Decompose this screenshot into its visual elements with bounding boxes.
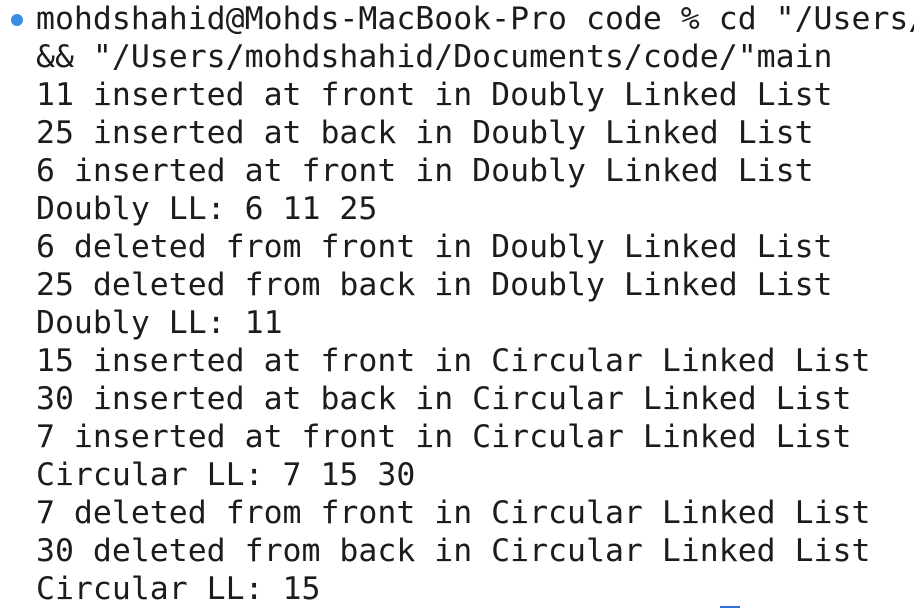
terminal-cursor bbox=[720, 606, 740, 608]
output-line: Circular LL: 7 15 30 bbox=[36, 457, 416, 493]
output-line: 11 inserted at front in Doubly Linked Li… bbox=[36, 77, 833, 113]
output-line: 30 deleted from back in Circular Linked … bbox=[36, 533, 871, 569]
output-line: 15 inserted at front in Circular Linked … bbox=[36, 343, 871, 379]
command-line: && "/Users/mohdshahid/Documents/code/"ma… bbox=[36, 39, 833, 75]
output-line: Circular LL: 15 bbox=[36, 571, 321, 607]
output-line: 7 inserted at front in Circular Linked L… bbox=[36, 419, 852, 455]
output-line: 30 inserted at back in Circular Linked L… bbox=[36, 381, 852, 417]
output-line: Doubly LL: 6 11 25 bbox=[36, 191, 378, 227]
output-line: 6 deleted from front in Doubly Linked Li… bbox=[36, 229, 833, 265]
terminal-output: mohdshahid@Mohds-MacBook-Pro code % cd "… bbox=[36, 0, 914, 608]
command-status-icon[interactable] bbox=[11, 14, 23, 26]
terminal-panel[interactable]: mohdshahid@Mohds-MacBook-Pro code % cd "… bbox=[0, 0, 914, 610]
command-line: mohdshahid@Mohds-MacBook-Pro code % cd "… bbox=[36, 1, 914, 37]
output-line: 7 deleted from front in Circular Linked … bbox=[36, 495, 871, 531]
output-line: 25 deleted from back in Doubly Linked Li… bbox=[36, 267, 833, 303]
output-line: 25 inserted at back in Doubly Linked Lis… bbox=[36, 115, 814, 151]
output-line: 6 inserted at front in Doubly Linked Lis… bbox=[36, 153, 814, 189]
output-line: Doubly LL: 11 bbox=[36, 305, 283, 341]
